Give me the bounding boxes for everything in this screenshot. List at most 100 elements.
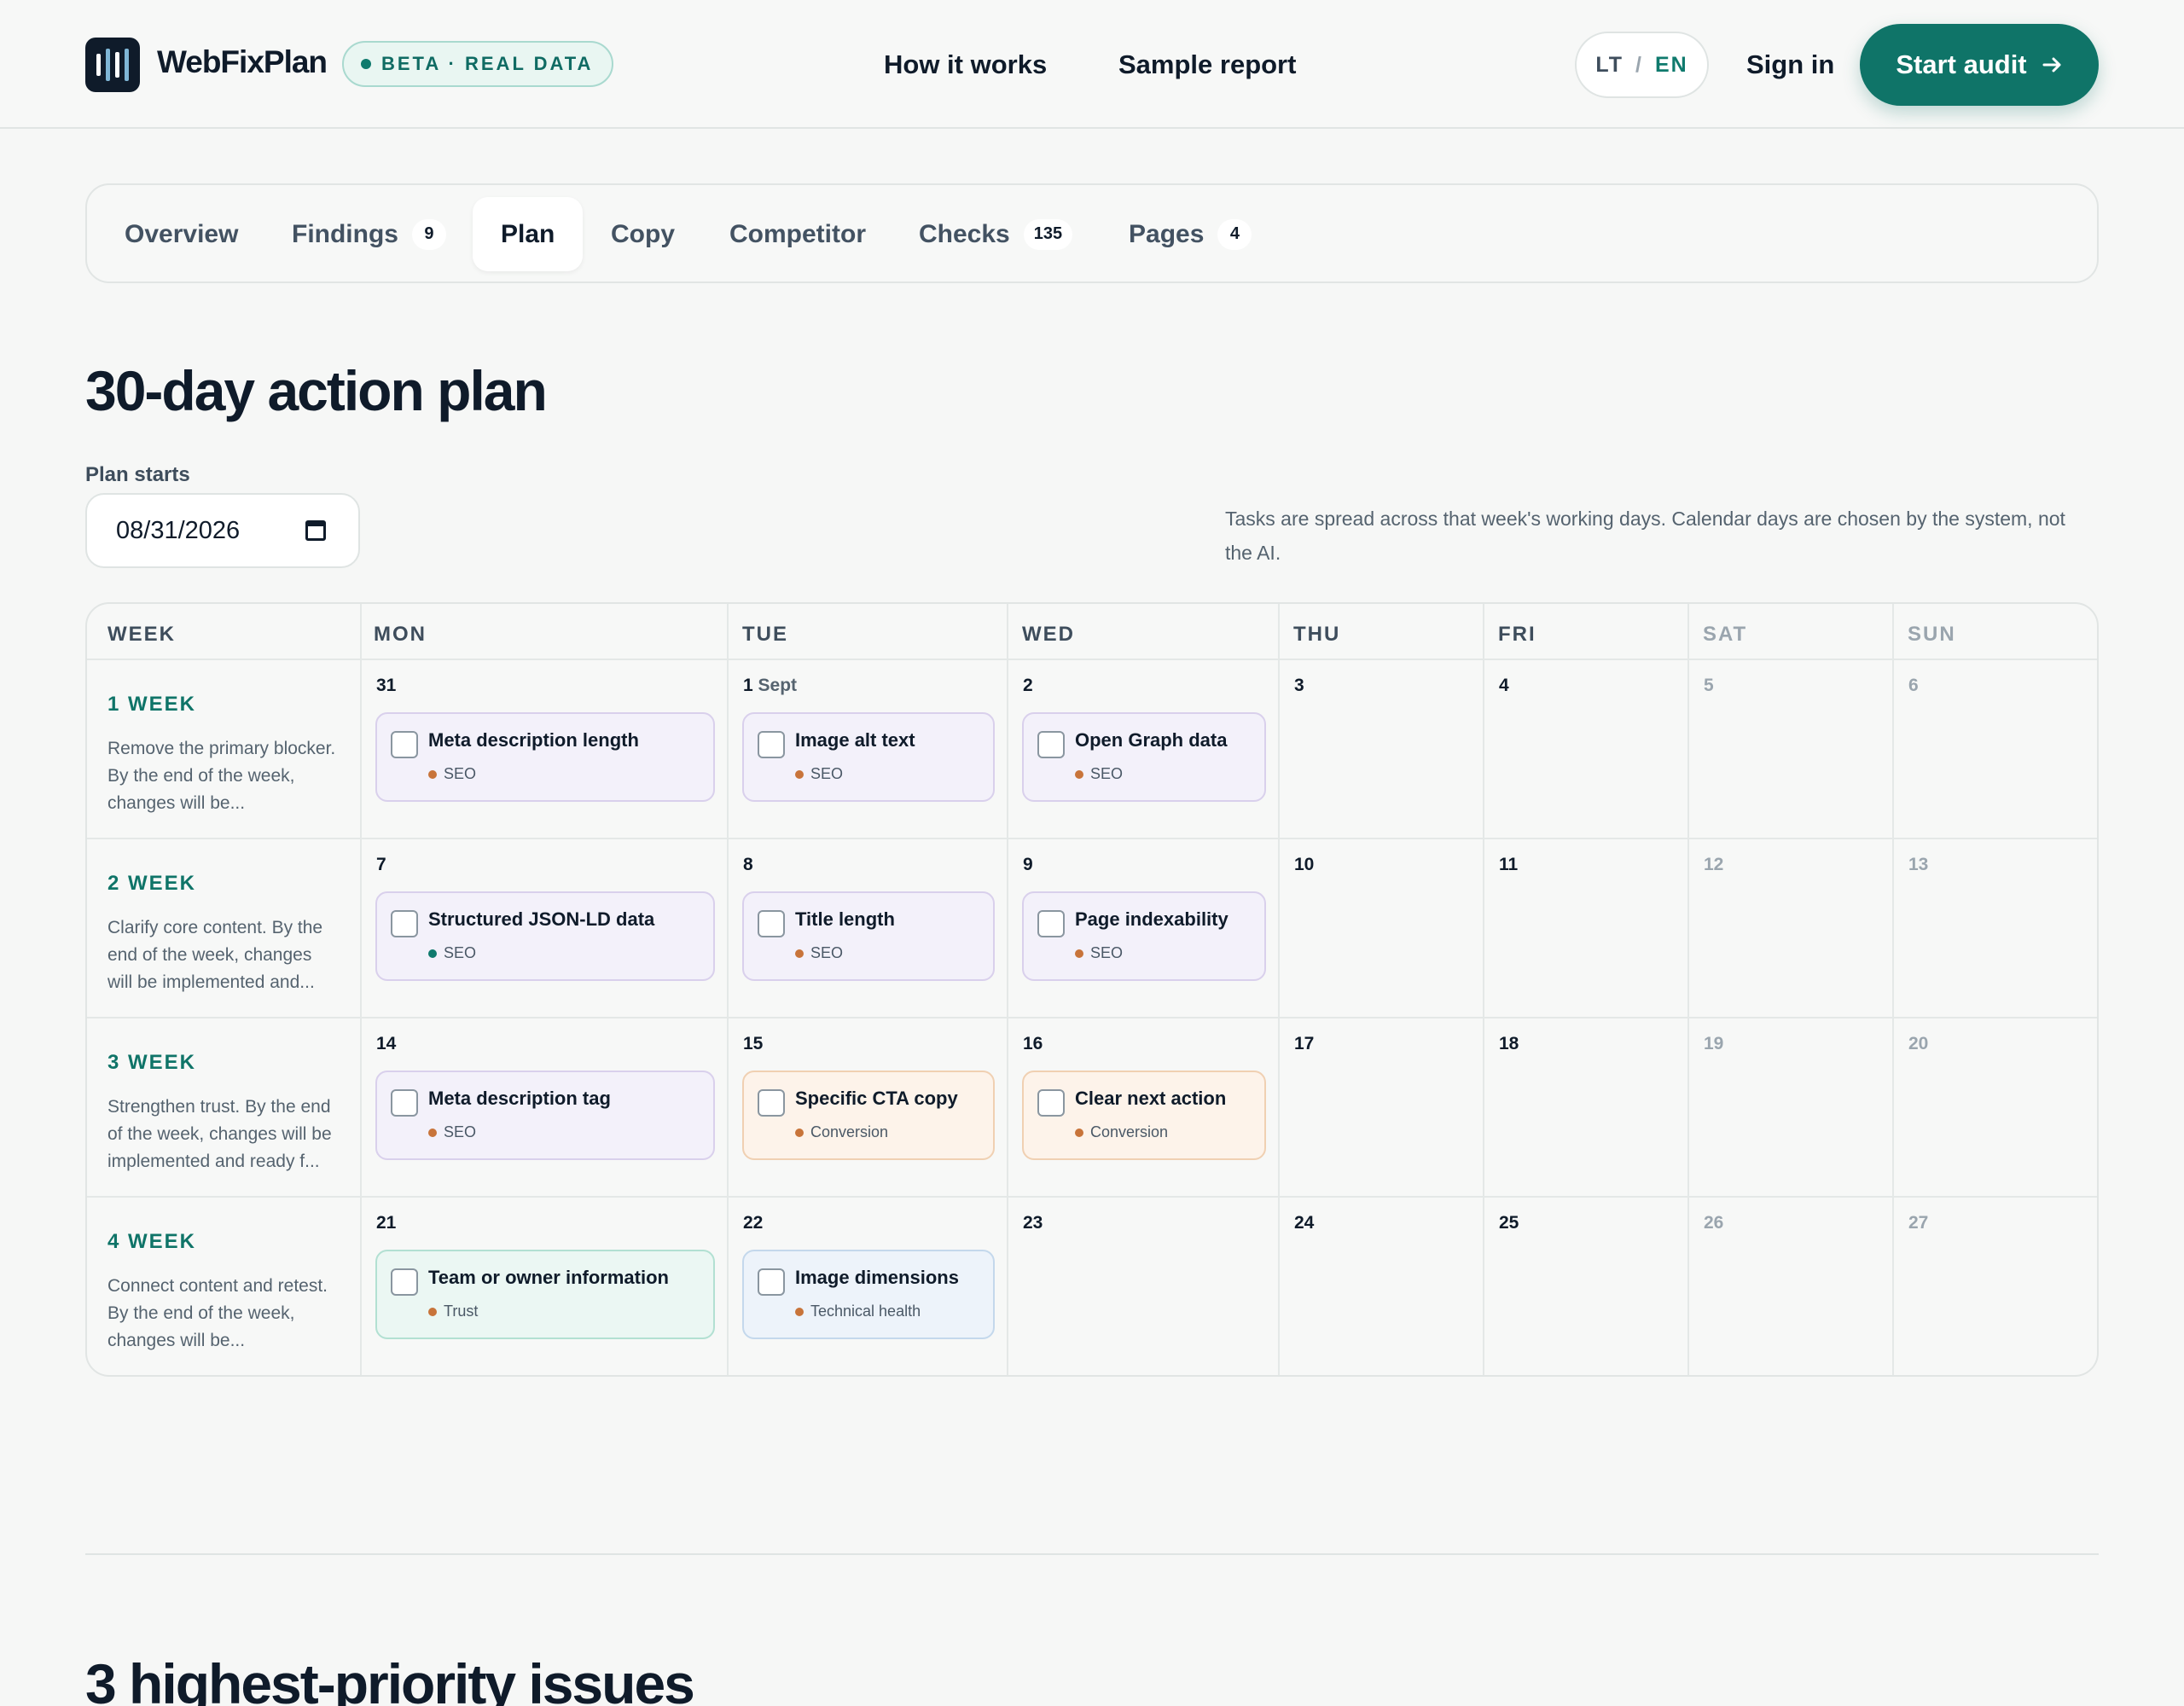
week-description: Strengthen trust. By the end of the week… (107, 1097, 332, 1171)
day-number: 31 (376, 676, 397, 695)
tab-label: Findings (292, 219, 398, 248)
grid-line (87, 659, 2097, 660)
day-number: 6 (1908, 676, 1919, 695)
grid-line (87, 1017, 2097, 1018)
nav-sample-report[interactable]: Sample report (1118, 49, 1296, 80)
day-number: 5 (1704, 676, 1714, 695)
tab-label: Overview (125, 219, 239, 248)
task-checkbox[interactable] (1037, 910, 1065, 937)
week-description: Connect content and retest. By the end o… (107, 1276, 328, 1350)
tab-label: Competitor (729, 219, 866, 248)
day-number: 3 (1294, 676, 1304, 695)
task-checkbox[interactable] (391, 910, 418, 937)
task-card[interactable]: Meta description length SEO (375, 712, 715, 802)
beta-badge-label: BETA · REAL DATA (381, 53, 594, 74)
day-number: 2 (1023, 676, 1033, 695)
task-card[interactable]: Page indexability SEO (1022, 891, 1266, 981)
task-category: Conversion (1075, 1123, 1168, 1141)
task-card[interactable]: Open Graph data SEO (1022, 712, 1266, 802)
task-checkbox[interactable] (758, 1268, 785, 1296)
task-card[interactable]: Meta description tag SEO (375, 1071, 715, 1160)
tab-checks[interactable]: Checks 135 (919, 197, 1073, 271)
task-card[interactable]: Clear next action Conversion (1022, 1071, 1266, 1160)
brand-name[interactable]: WebFixPlan (157, 44, 328, 80)
task-checkbox[interactable] (1037, 1089, 1065, 1117)
category-dot-icon (428, 949, 437, 958)
lang-lt[interactable]: LT (1595, 53, 1623, 78)
task-name: Image alt text (795, 729, 915, 751)
task-checkbox[interactable] (758, 1089, 785, 1117)
lang-en[interactable]: EN (1655, 53, 1688, 78)
task-name: Clear next action (1075, 1088, 1227, 1109)
task-card[interactable]: Specific CTA copy Conversion (742, 1071, 995, 1160)
beta-badge: BETA · REAL DATA (342, 41, 614, 87)
category-dot-icon (428, 1128, 437, 1137)
report-tabs: Overview Findings 9 Plan Copy Competitor … (85, 183, 2099, 283)
logo-icon[interactable] (85, 38, 140, 92)
task-checkbox[interactable] (758, 910, 785, 937)
page-title: 30-day action plan (85, 359, 548, 422)
tab-label: Checks (919, 219, 1010, 248)
task-checkbox[interactable] (391, 1268, 418, 1296)
task-card[interactable]: Team or owner information Trust (375, 1250, 715, 1339)
start-audit-button[interactable]: Start audit (1860, 24, 2099, 106)
nav-how-it-works[interactable]: How it works (884, 49, 1047, 80)
column-header-wed: WED (1022, 623, 1075, 646)
plan-calendar: WEEK MON TUE WED THU FRI SAT SUN 1 WEEK … (85, 602, 2099, 1377)
tab-overview[interactable]: Overview (125, 197, 238, 271)
day-number: 18 (1499, 1034, 1519, 1053)
task-name: Title length (795, 908, 895, 930)
task-category: SEO (795, 944, 843, 962)
grid-line (360, 604, 362, 1375)
category-dot-icon (428, 769, 437, 779)
day-number: 23 (1023, 1213, 1043, 1233)
day-number: 19 (1704, 1034, 1724, 1053)
day-number: 8 (743, 855, 753, 874)
section-title-priority-issues: 3 highest-priority issues (85, 1652, 695, 1706)
task-card[interactable]: Structured JSON-LD data SEO (375, 891, 715, 981)
task-checkbox[interactable] (758, 731, 785, 758)
task-category-label: SEO (1090, 765, 1124, 782)
tab-copy[interactable]: Copy (611, 197, 675, 271)
calendar-icon[interactable] (305, 520, 326, 541)
task-name: Team or owner information (428, 1267, 669, 1288)
column-header-thu: THU (1293, 623, 1341, 646)
task-card[interactable]: Title length SEO (742, 891, 995, 981)
tab-findings[interactable]: Findings 9 (292, 197, 446, 271)
sign-in-link[interactable]: Sign in (1746, 49, 1834, 80)
task-name: Meta description tag (428, 1088, 611, 1109)
grid-line (87, 1196, 2097, 1198)
status-dot-icon (361, 59, 371, 69)
task-name: Structured JSON-LD data (428, 908, 655, 930)
task-checkbox[interactable] (1037, 731, 1065, 758)
category-dot-icon (1075, 769, 1083, 779)
tab-competitor[interactable]: Competitor (729, 197, 866, 271)
day-number: 13 (1908, 855, 1929, 874)
plan-start-date-input[interactable]: 08/31/2026 (85, 493, 360, 568)
task-name: Image dimensions (795, 1267, 959, 1288)
task-name: Specific CTA copy (795, 1088, 958, 1109)
week-description: Remove the primary blocker. By the end o… (107, 739, 336, 813)
task-checkbox[interactable] (391, 1089, 418, 1117)
grid-line (1278, 604, 1280, 1375)
category-dot-icon (1075, 1128, 1083, 1137)
count-badge: 9 (411, 218, 446, 250)
tab-plan[interactable]: Plan (473, 197, 584, 271)
lang-separator: / (1635, 52, 1643, 77)
task-checkbox[interactable] (391, 731, 418, 758)
day-number: 25 (1499, 1213, 1519, 1233)
tab-pages[interactable]: Pages 4 (1129, 197, 1252, 271)
task-card[interactable]: Image alt text SEO (742, 712, 995, 802)
day-number: 22 (743, 1213, 764, 1233)
category-dot-icon (795, 949, 804, 958)
task-card[interactable]: Image dimensions Technical health (742, 1250, 995, 1339)
day-number: 1 Sept (743, 676, 797, 696)
day-number: 24 (1294, 1213, 1315, 1233)
day-number: 11 (1499, 855, 1519, 874)
tab-label: Plan (501, 219, 555, 248)
task-category-label: SEO (444, 1123, 477, 1140)
task-category: Trust (428, 1303, 478, 1320)
day-number: 12 (1704, 855, 1724, 874)
language-switcher[interactable]: LT / EN (1575, 32, 1709, 98)
grid-line (727, 604, 729, 1375)
